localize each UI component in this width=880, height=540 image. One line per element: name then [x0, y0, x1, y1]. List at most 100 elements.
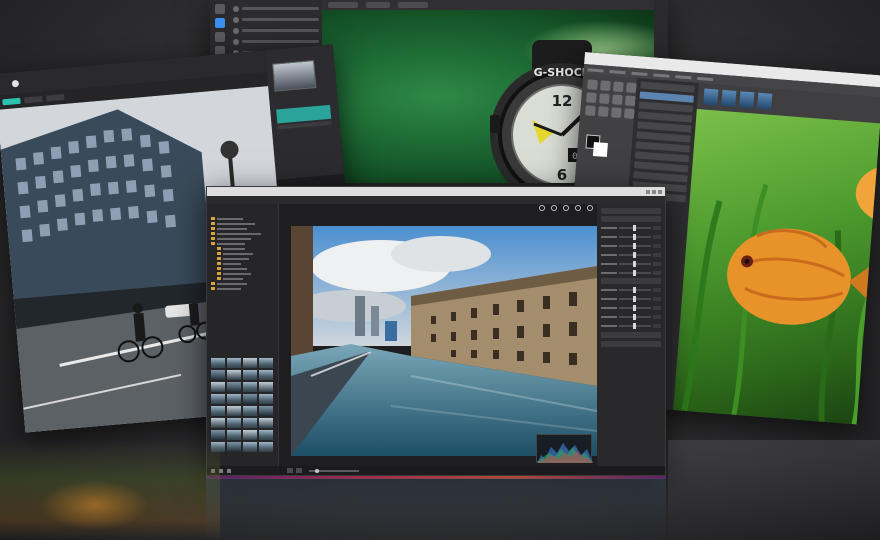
exposure-knob[interactable]	[12, 79, 20, 87]
thumbnail[interactable]	[243, 382, 257, 392]
select-tool-icon[interactable]	[215, 18, 225, 28]
scale-icon[interactable]	[611, 94, 623, 106]
adjust-slider[interactable]	[601, 251, 661, 258]
thumbnail[interactable]	[243, 418, 257, 428]
thumbnail[interactable]	[211, 382, 225, 392]
navigation-thumbnail[interactable]	[272, 60, 317, 92]
menu-entry[interactable]	[635, 141, 690, 153]
free-select-icon[interactable]	[613, 81, 624, 93]
thumbnail[interactable]	[211, 370, 225, 380]
lasso-tool-icon[interactable]	[215, 32, 225, 42]
menu-item[interactable]	[697, 76, 714, 81]
thumbnail[interactable]	[227, 418, 241, 428]
thumbnail[interactable]	[211, 418, 225, 428]
menu-entry-selected[interactable]	[639, 91, 694, 103]
crop-icon[interactable]	[586, 92, 597, 104]
tool-export[interactable]	[563, 205, 569, 211]
adjust-slider[interactable]	[601, 260, 661, 267]
ellipse-select-icon[interactable]	[600, 80, 611, 92]
adjust-slider[interactable]	[601, 313, 661, 320]
thumbnail[interactable]	[259, 406, 273, 416]
tool-settings[interactable]	[587, 205, 593, 211]
minimize-icon[interactable]	[646, 189, 650, 194]
option-field[interactable]	[328, 2, 358, 8]
adjust-slider[interactable]	[601, 269, 661, 276]
thumbnail[interactable]	[227, 370, 241, 380]
adjust-slider[interactable]	[601, 286, 661, 293]
menu-item[interactable]	[587, 67, 604, 73]
section-header[interactable]	[601, 278, 661, 284]
menu-entry[interactable]	[633, 171, 688, 183]
adjust-slider[interactable]	[601, 224, 661, 231]
thumbnail[interactable]	[211, 430, 225, 440]
history-item[interactable]	[233, 4, 319, 13]
action-button[interactable]	[601, 332, 661, 338]
close-icon[interactable]	[658, 189, 662, 194]
fish-canvas[interactable]	[673, 108, 880, 425]
background-color-swatch[interactable]	[592, 141, 608, 158]
thumbnail[interactable]	[211, 406, 225, 416]
rotate-icon[interactable]	[599, 93, 610, 105]
gradient-icon[interactable]	[610, 107, 622, 119]
tool-color[interactable]	[551, 205, 557, 211]
thumbnail[interactable]	[243, 406, 257, 416]
image-tab[interactable]	[757, 92, 773, 110]
menu-item[interactable]	[609, 69, 626, 74]
folder-node[interactable]	[211, 286, 274, 291]
menu-entry[interactable]	[634, 151, 690, 163]
menu-entry[interactable]	[637, 121, 692, 133]
thumbnail[interactable]	[259, 430, 273, 440]
menu-entry[interactable]	[634, 161, 689, 173]
option-field[interactable]	[398, 2, 428, 8]
thumbnail[interactable]	[227, 406, 241, 416]
thumbnail[interactable]	[259, 358, 273, 368]
thumbnail[interactable]	[243, 370, 257, 380]
tool-crop[interactable]	[539, 205, 545, 211]
adjust-slider[interactable]	[601, 242, 661, 249]
menu-item[interactable]	[631, 71, 648, 76]
action-button[interactable]	[601, 341, 661, 347]
menu-entry[interactable]	[640, 81, 695, 93]
thumbnail[interactable]	[259, 394, 273, 404]
thumbnail[interactable]	[259, 382, 273, 392]
maximize-icon[interactable]	[652, 189, 656, 194]
thumbnail[interactable]	[227, 430, 241, 440]
image-tab[interactable]	[721, 89, 737, 107]
menu-entry[interactable]	[637, 111, 693, 123]
mode-button[interactable]	[24, 95, 43, 104]
tool-share[interactable]	[575, 205, 581, 211]
menu-item[interactable]	[675, 74, 692, 79]
profile-dropdown[interactable]	[601, 216, 661, 222]
thumbnail[interactable]	[243, 358, 257, 368]
history-item[interactable]	[233, 15, 319, 24]
adjust-slider[interactable]	[601, 233, 661, 240]
menu-entry[interactable]	[638, 101, 694, 113]
adjust-slider[interactable]	[601, 295, 661, 302]
active-mode-button[interactable]	[2, 97, 21, 106]
thumbnail[interactable]	[211, 394, 225, 404]
thumbnail[interactable]	[227, 358, 241, 368]
adjust-slider[interactable]	[601, 304, 661, 311]
canal-photo[interactable]	[291, 226, 597, 456]
adjust-slider[interactable]	[601, 322, 661, 329]
thumbnail[interactable]	[243, 394, 257, 404]
option-field[interactable]	[366, 2, 390, 8]
bucket-icon[interactable]	[598, 106, 609, 118]
move-tool-icon[interactable]	[215, 4, 225, 14]
thumbnail[interactable]	[259, 418, 273, 428]
thumbnail[interactable]	[211, 358, 225, 368]
rect-select-icon[interactable]	[587, 79, 598, 91]
image-tab[interactable]	[703, 88, 719, 106]
thumbnail[interactable]	[227, 382, 241, 392]
thumbnail[interactable]	[227, 394, 241, 404]
text-icon[interactable]	[585, 105, 596, 116]
menu-item[interactable]	[653, 72, 670, 78]
image-tab[interactable]	[739, 91, 755, 109]
thumbnail[interactable]	[243, 430, 257, 440]
menu-entry[interactable]	[636, 131, 691, 143]
thumbnail[interactable]	[259, 370, 273, 380]
preset-dropdown[interactable]	[601, 208, 661, 214]
history-item[interactable]	[233, 26, 319, 35]
mode-button[interactable]	[46, 93, 65, 102]
history-item[interactable]	[233, 37, 319, 46]
